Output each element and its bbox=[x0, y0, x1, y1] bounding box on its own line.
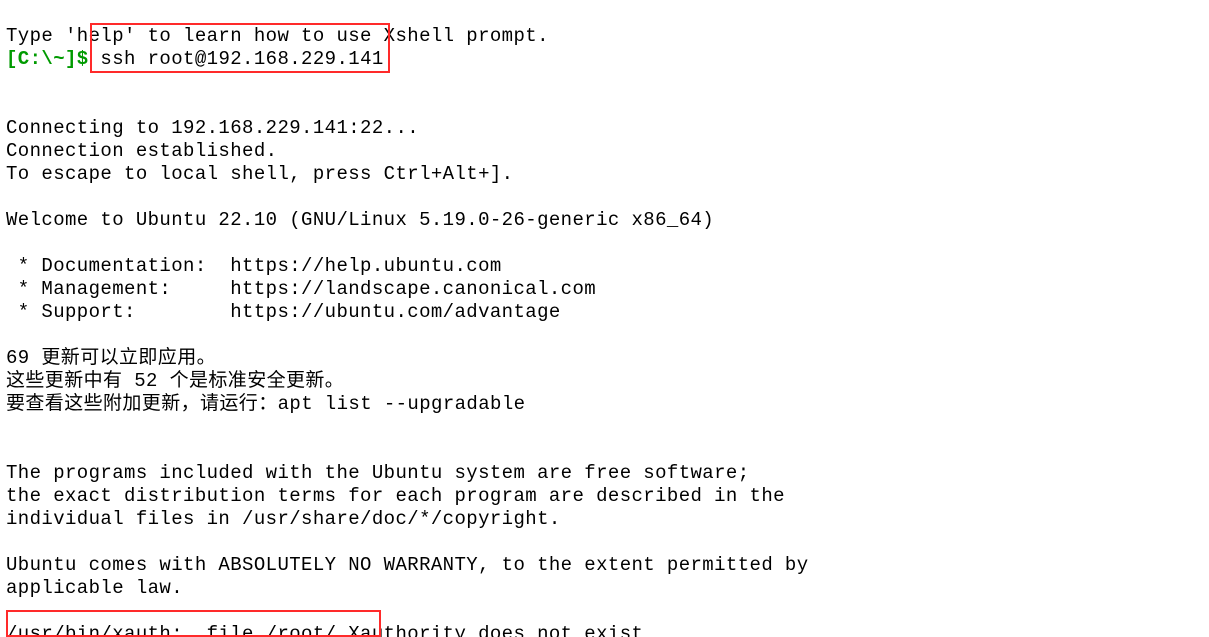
warranty-line-1: Ubuntu comes with ABSOLUTELY NO WARRANTY… bbox=[6, 554, 809, 576]
connecting-line: Connecting to 192.168.229.141:22... bbox=[6, 117, 419, 139]
updates-line-2: 这些更新中有 52 个是标准安全更新。 bbox=[6, 370, 344, 392]
established-line: Connection established. bbox=[6, 140, 277, 162]
programs-line-2: the exact distribution terms for each pr… bbox=[6, 485, 785, 507]
programs-line-3: individual files in /usr/share/doc/*/cop… bbox=[6, 508, 561, 530]
doc-line: * Documentation: https://help.ubuntu.com bbox=[6, 255, 502, 277]
programs-line-1: The programs included with the Ubuntu sy… bbox=[6, 462, 750, 484]
terminal-output[interactable]: Type 'help' to learn how to use Xshell p… bbox=[0, 0, 1209, 637]
local-prompt-prefix: [C:\~]$ bbox=[6, 48, 100, 70]
welcome-line: Welcome to Ubuntu 22.10 (GNU/Linux 5.19.… bbox=[6, 209, 714, 231]
updates-line-3: 要查看这些附加更新，请运行：apt list --upgradable bbox=[6, 393, 525, 415]
escape-line: To escape to local shell, press Ctrl+Alt… bbox=[6, 163, 513, 185]
warranty-line-2: applicable law. bbox=[6, 577, 183, 599]
xauth-line: /usr/bin/xauth: file /root/.Xauthority d… bbox=[6, 623, 643, 637]
support-line: * Support: https://ubuntu.com/advantage bbox=[6, 301, 561, 323]
updates-line-1: 69 更新可以立即应用。 bbox=[6, 347, 216, 369]
mgmt-line: * Management: https://landscape.canonica… bbox=[6, 278, 596, 300]
intro-line: Type 'help' to learn how to use Xshell p… bbox=[6, 25, 549, 47]
ssh-command: ssh root@192.168.229.141 bbox=[100, 48, 383, 70]
